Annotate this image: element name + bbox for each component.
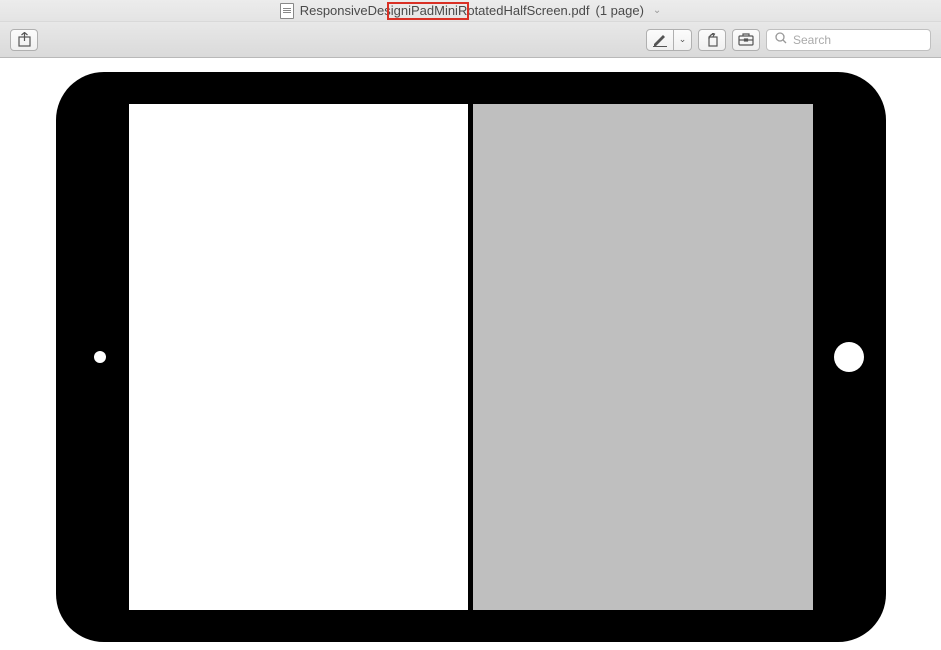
toolbar-right-group: ⌄ (646, 29, 931, 51)
markup-dropdown-button[interactable]: ⌄ (674, 29, 692, 51)
ipad-camera-dot (94, 351, 106, 363)
markup-button[interactable] (646, 29, 674, 51)
share-button[interactable] (10, 29, 38, 51)
split-pane-right (473, 104, 813, 610)
window-title-filename: ResponsiveDesigniPadMiniRotatedHalfScree… (300, 3, 590, 18)
rotate-icon (705, 33, 719, 47)
markup-button-group: ⌄ (646, 29, 692, 51)
search-field[interactable] (766, 29, 931, 51)
ipad-device-mockup (56, 72, 886, 642)
pencil-icon (653, 33, 667, 47)
toolbox-icon (738, 33, 754, 46)
ipad-home-button (834, 342, 864, 372)
toolbar: ⌄ (0, 22, 941, 58)
document-icon (280, 3, 294, 19)
chevron-down-icon: ⌄ (679, 34, 687, 45)
window-titlebar: ResponsiveDesigniPadMiniRotatedHalfScree… (0, 0, 941, 22)
pdf-viewport[interactable] (0, 58, 941, 650)
search-icon (775, 32, 787, 47)
toolbar-left-group (10, 29, 38, 51)
rotate-button[interactable] (698, 29, 726, 51)
ipad-screen (129, 104, 813, 610)
window-title-pageinfo: (1 page) (595, 3, 643, 18)
chevron-down-icon[interactable]: ⌄ (653, 5, 661, 16)
split-pane-left (129, 104, 469, 610)
share-icon (18, 32, 31, 47)
search-input[interactable] (793, 33, 922, 47)
toolbox-button[interactable] (732, 29, 760, 51)
